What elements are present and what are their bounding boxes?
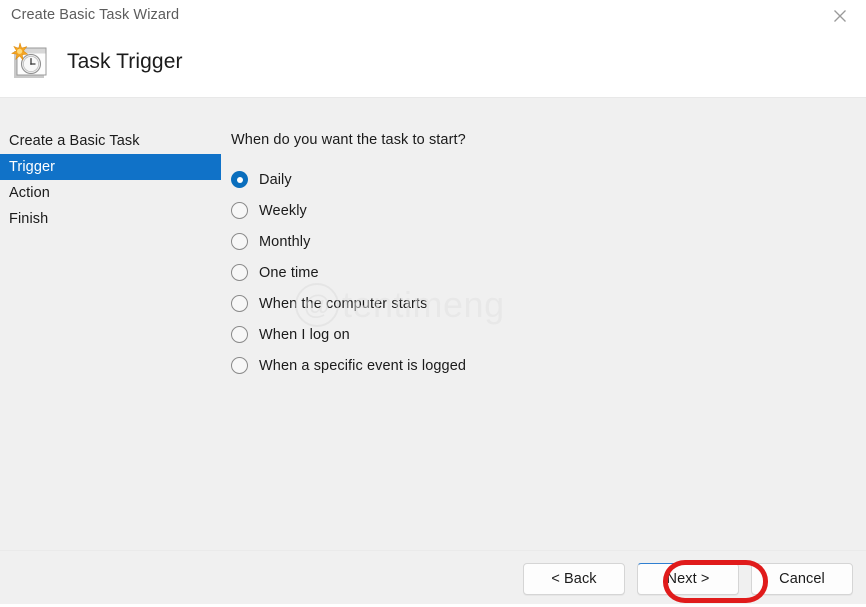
- footer-button-group: < Back Next > Cancel: [523, 563, 853, 595]
- radio-option-label: When the computer starts: [259, 296, 427, 312]
- radio-option-when-the-computer-starts[interactable]: When the computer starts: [231, 288, 841, 319]
- wizard-steps-nav: Create a Basic Task Trigger Action Finis…: [0, 128, 221, 232]
- radio-option-when-i-log-on[interactable]: When I log on: [231, 319, 841, 350]
- radio-option-label: One time: [259, 265, 319, 281]
- radio-button-icon[interactable]: [231, 326, 248, 343]
- radio-button-icon[interactable]: [231, 357, 248, 374]
- sidebar-item-create-a-basic-task[interactable]: Create a Basic Task: [0, 128, 221, 154]
- sidebar-item-label: Finish: [9, 211, 48, 227]
- sidebar-item-label: Create a Basic Task: [9, 133, 140, 149]
- radio-option-label: When I log on: [259, 327, 350, 343]
- radio-option-label: Monthly: [259, 234, 310, 250]
- radio-button-icon[interactable]: [231, 202, 248, 219]
- question-label: When do you want the task to start?: [231, 132, 841, 148]
- window-title: Create Basic Task Wizard: [11, 7, 179, 23]
- radio-option-label: Daily: [259, 172, 292, 188]
- radio-button-icon[interactable]: [231, 264, 248, 281]
- cancel-button[interactable]: Cancel: [751, 563, 853, 595]
- radio-option-label: Weekly: [259, 203, 307, 219]
- close-icon: [833, 9, 847, 23]
- footer-divider: [0, 550, 866, 551]
- radio-button-icon[interactable]: [231, 233, 248, 250]
- close-button[interactable]: [814, 0, 866, 32]
- trigger-radio-group: Daily Weekly Monthly One time When the c: [231, 164, 841, 381]
- radio-option-one-time[interactable]: One time: [231, 257, 841, 288]
- task-scheduler-clock-icon: [8, 40, 52, 84]
- sidebar-item-finish[interactable]: Finish: [0, 206, 221, 232]
- title-bar: Create Basic Task Wizard: [0, 0, 866, 32]
- sidebar-item-label: Action: [9, 185, 50, 201]
- dialog-footer: < Back Next > Cancel: [0, 550, 866, 607]
- radio-option-daily[interactable]: Daily: [231, 164, 841, 195]
- radio-option-when-a-specific-event-is-logged[interactable]: When a specific event is logged: [231, 350, 841, 381]
- sidebar-item-action[interactable]: Action: [0, 180, 221, 206]
- radio-option-label: When a specific event is logged: [259, 358, 466, 374]
- radio-button-icon[interactable]: [231, 295, 248, 312]
- next-button[interactable]: Next >: [637, 563, 739, 595]
- dialog-body: Create a Basic Task Trigger Action Finis…: [0, 98, 866, 550]
- radio-option-monthly[interactable]: Monthly: [231, 226, 841, 257]
- radio-button-icon[interactable]: [231, 171, 248, 188]
- radio-option-weekly[interactable]: Weekly: [231, 195, 841, 226]
- back-button[interactable]: < Back: [523, 563, 625, 595]
- page-title: Task Trigger: [67, 50, 183, 74]
- sidebar-item-label: Trigger: [9, 159, 55, 175]
- trigger-options-panel: When do you want the task to start? Dail…: [231, 132, 841, 381]
- sidebar-item-trigger[interactable]: Trigger: [0, 154, 221, 180]
- wizard-header: Task Trigger: [0, 32, 866, 98]
- create-basic-task-wizard-dialog: Create Basic Task Wizard: [0, 0, 866, 607]
